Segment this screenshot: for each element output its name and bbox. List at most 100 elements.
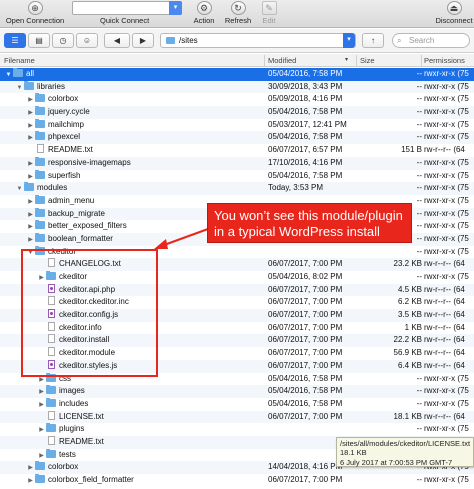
edit-button[interactable]: ✎ Edit bbox=[258, 0, 280, 25]
folder-icon bbox=[46, 385, 56, 395]
folder-row[interactable]: ▶ colorbox_field_formatter 06/07/2017, 7:0… bbox=[0, 474, 474, 487]
file-tooltip: /sites/all/modules/ckeditor/LICENSE.txt … bbox=[336, 437, 474, 467]
filename: LICENSE.txt bbox=[59, 411, 104, 421]
permissions: rwxr-xr-x (75 bbox=[424, 183, 469, 193]
permissions: rw-r--r-- (64 bbox=[424, 145, 465, 155]
folder-row[interactable]: ▶ plugins -- rwxr-xr-x (75 bbox=[0, 423, 474, 436]
filename: plugins bbox=[59, 424, 85, 434]
history-button[interactable]: ◷ bbox=[52, 33, 74, 48]
filename: all bbox=[26, 69, 35, 78]
bonjour-icon: ☺ bbox=[82, 36, 92, 45]
disconnect-button[interactable]: ⏏ Disconnect bbox=[434, 0, 474, 25]
file-size: -- bbox=[416, 107, 422, 117]
filename: admin_menu bbox=[48, 195, 95, 205]
folder-row[interactable]: ▶ superfish 05/04/2016, 7:58 PM -- rwxr-xr-x… bbox=[0, 169, 474, 183]
filename: README.txt bbox=[59, 436, 104, 446]
modified-date: 17/10/2016, 4:16 PM bbox=[268, 157, 343, 167]
file-size: -- bbox=[416, 424, 422, 434]
folder-row[interactable]: ▶ mailchimp 05/03/2017, 12:41 PM -- rwxr-xr-… bbox=[0, 118, 474, 132]
permissions: rw-r--r-- (64 bbox=[424, 322, 465, 332]
header-modified[interactable]: Modified bbox=[268, 56, 296, 65]
folder-row[interactable]: ▶ responsive-imagemaps 17/10/2016, 4:16 PM… bbox=[0, 156, 474, 170]
disclosure-collapsed-icon[interactable]: ▶ bbox=[26, 475, 35, 488]
search-icon: ⌕ bbox=[397, 36, 402, 45]
folder-row[interactable]: ▶ jquery.cycle 05/04/2016, 7:58 PM -- rwxr-x… bbox=[0, 106, 474, 119]
path-select[interactable]: /sites ▾ bbox=[160, 33, 356, 48]
header-permissions[interactable]: Permissions bbox=[424, 56, 465, 65]
filename: superfish bbox=[48, 170, 81, 180]
globe-plus-icon: ⊕ bbox=[27, 1, 43, 15]
tooltip-path: /sites/all/modules/ckeditor/LICENSE.txt bbox=[340, 439, 471, 448]
forward-button[interactable]: ▶ bbox=[132, 33, 154, 48]
search-input[interactable]: ⌕ Search bbox=[392, 33, 470, 48]
refresh-button[interactable]: ↻ Refresh bbox=[222, 0, 254, 25]
filename: backup_migrate bbox=[48, 208, 105, 218]
permissions: rwxr-xr-x (75 bbox=[424, 94, 469, 104]
back-button[interactable]: ◀ bbox=[104, 33, 130, 48]
sort-descending-icon: ▾ bbox=[345, 57, 349, 63]
modified-date: 05/04/2016, 7:58 PM bbox=[268, 107, 343, 117]
quick-connect-input[interactable] bbox=[72, 1, 182, 15]
header-filename[interactable]: Filename bbox=[4, 56, 35, 65]
folder-icon bbox=[35, 220, 45, 230]
book-icon: ▤ bbox=[35, 36, 43, 45]
folder-row[interactable]: ▶ phpexcel 05/04/2016, 7:58 PM -- rwxr-xr-x … bbox=[0, 131, 474, 145]
parent-folder-button[interactable]: ↑ bbox=[362, 33, 384, 48]
chevron-down-icon: ▾ bbox=[343, 33, 355, 48]
permissions: rwxr-xr-x (75 bbox=[424, 386, 469, 396]
folder-icon bbox=[35, 118, 45, 128]
list-icon: ☰ bbox=[11, 36, 19, 45]
quick-connect-dropdown[interactable]: ▾ bbox=[169, 1, 182, 15]
folder-row[interactable]: ▶ includes 05/04/2016, 7:58 PM -- rwxr-xr-x … bbox=[0, 397, 474, 411]
folder-icon bbox=[35, 93, 45, 103]
modified-date: 06/07/2017, 7:00 PM bbox=[268, 475, 343, 484]
modified-date: 06/07/2017, 7:00 PM bbox=[268, 297, 343, 307]
folder-icon bbox=[46, 448, 56, 458]
folder-row[interactable]: ▼ libraries 30/09/2018, 3:43 PM -- rwxr-xr-x… bbox=[0, 80, 474, 94]
file-row[interactable]: LICENSE.txt 06/07/2017, 7:00 PM 18.1 KB rw-… bbox=[0, 410, 474, 424]
modified-date: 05/09/2018, 4:16 PM bbox=[268, 94, 343, 104]
folder-icon bbox=[35, 131, 45, 141]
folder-row[interactable]: ▶ images 05/04/2016, 7:58 PM -- rwxr-xr-x (7… bbox=[0, 385, 474, 398]
modified-date: 06/07/2017, 7:00 PM bbox=[268, 322, 343, 332]
bonjour-button[interactable]: ☺ bbox=[76, 33, 98, 48]
file-size: -- bbox=[416, 94, 422, 104]
file-size: -- bbox=[416, 132, 422, 142]
bookmarks-button[interactable]: ▤ bbox=[28, 33, 50, 48]
permissions: rw-r--r-- (64 bbox=[424, 284, 465, 294]
file-size: 23.2 KB bbox=[393, 259, 422, 269]
folder-row[interactable]: ▶ colorbox 05/09/2018, 4:16 PM -- rwxr-xr-x … bbox=[0, 93, 474, 106]
file-size: -- bbox=[416, 119, 422, 129]
callout-line-2: in a typical WordPress install bbox=[214, 224, 380, 239]
modified-date: 06/07/2017, 7:00 PM bbox=[268, 411, 343, 421]
folder-icon bbox=[24, 182, 34, 192]
file-size: 4.5 KB bbox=[397, 284, 422, 294]
folder-row[interactable]: ▼ all 05/04/2016, 7:58 PM -- rwxr-xr-x (75 bbox=[0, 68, 474, 81]
folder-icon bbox=[166, 37, 175, 44]
filename: README.txt bbox=[48, 145, 93, 155]
permissions: rwxr-xr-x (75 bbox=[424, 373, 469, 383]
folder-icon bbox=[35, 232, 45, 242]
file-size: 6.4 KB bbox=[397, 360, 422, 370]
folder-row[interactable]: ▼ modules Today, 3:53 PM -- rwxr-xr-x (75 bbox=[0, 182, 474, 195]
file-size: -- bbox=[416, 170, 422, 180]
filename: responsive-imagemaps bbox=[48, 157, 131, 167]
folder-icon bbox=[46, 397, 56, 407]
file-size: -- bbox=[416, 246, 422, 256]
header-size[interactable]: Size bbox=[360, 56, 375, 65]
modified-date: 05/04/2016, 7:58 PM bbox=[268, 373, 343, 383]
filename: tests bbox=[59, 449, 76, 459]
outline-view-button[interactable]: ☰ bbox=[4, 33, 26, 48]
open-connection-button[interactable]: ⊕ Open Connection bbox=[4, 0, 66, 25]
file-size: -- bbox=[416, 183, 422, 193]
modified-date: 05/04/2016, 7:58 PM bbox=[268, 386, 343, 396]
document-icon bbox=[37, 144, 44, 154]
refresh-icon: ↻ bbox=[230, 1, 246, 15]
filename: jquery.cycle bbox=[48, 107, 90, 117]
modified-date: 30/09/2018, 3:43 PM bbox=[268, 81, 343, 91]
file-row[interactable]: README.txt 06/07/2017, 6:57 PM 151 Brw-r--… bbox=[0, 144, 474, 157]
permissions: rw-r--r-- (64 bbox=[424, 411, 465, 421]
action-button[interactable]: ⚙ Action bbox=[190, 0, 218, 25]
permissions: rwxr-xr-x (75 bbox=[424, 132, 469, 142]
permissions: rwxr-xr-x (75 bbox=[424, 272, 469, 281]
